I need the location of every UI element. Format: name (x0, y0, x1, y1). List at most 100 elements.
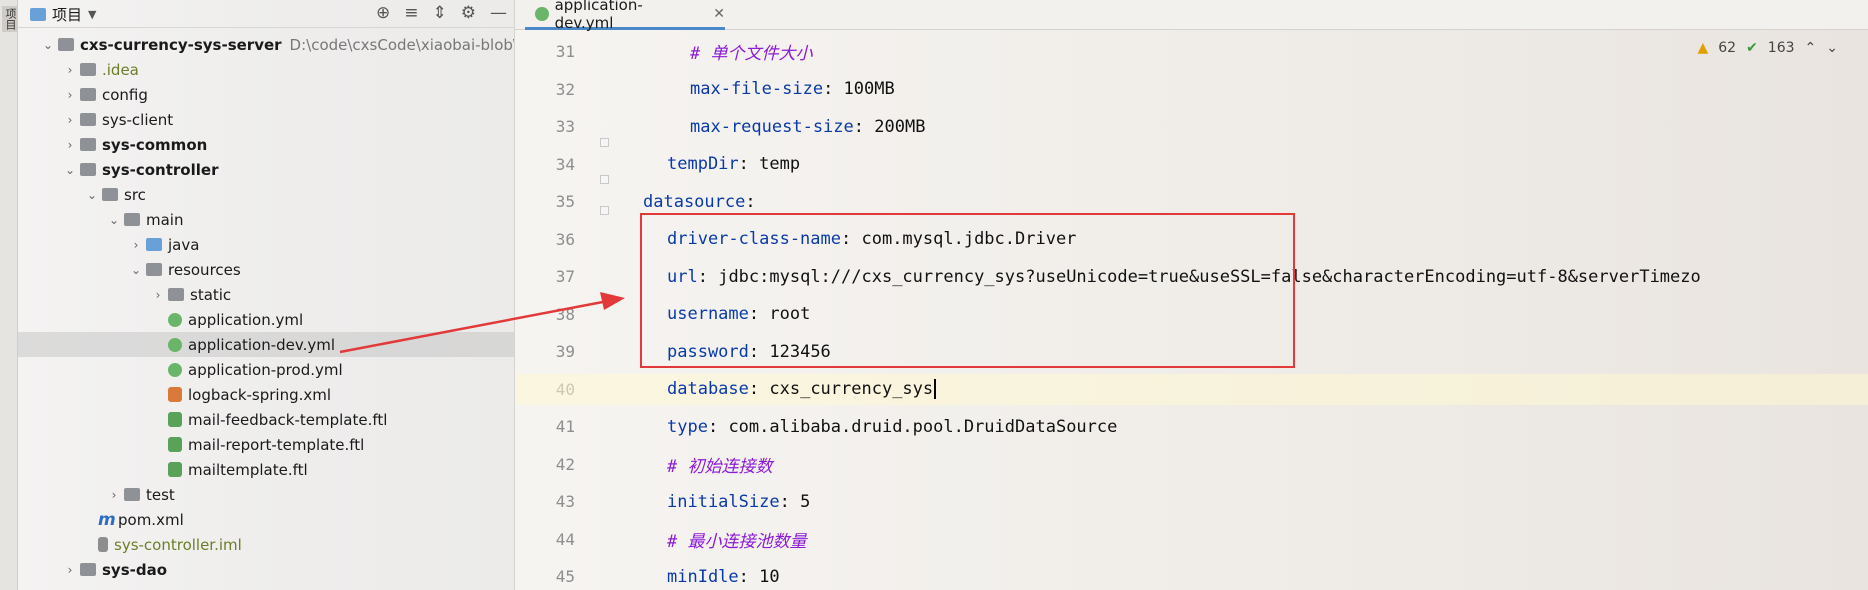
resources-folder-icon (146, 263, 162, 276)
text-cursor (934, 379, 937, 399)
tree-item-label: sys-controller.iml (114, 535, 242, 554)
maven-icon: m (98, 509, 116, 530)
yaml-value: 5 (800, 491, 811, 512)
code-line[interactable]: minIdle: 10 (515, 561, 1868, 590)
code-line[interactable]: max-request-size: 200MB (515, 111, 1868, 142)
module-folder-icon (80, 163, 96, 176)
code-line[interactable]: database: cxs_currency_sys (515, 373, 1868, 405)
tree-item-label: logback-spring.xml (188, 385, 332, 404)
ftl-file-icon (168, 462, 182, 477)
chevron-down-icon[interactable]: ▼ (88, 8, 96, 21)
tree-item-src[interactable]: ⌄ src (84, 182, 146, 207)
chevron-down-icon[interactable]: ⌄ (106, 213, 122, 227)
collapse-all-icon[interactable]: ⇕ (433, 3, 447, 23)
tree-item-static[interactable]: › static (150, 282, 232, 307)
tree-item-mailtemplate[interactable]: mailtemplate.ftl (166, 457, 308, 482)
chevron-right-icon[interactable]: › (62, 138, 78, 152)
chevron-right-icon[interactable]: › (106, 488, 122, 502)
tree-item-sys-controller[interactable]: ⌄ sys-controller (62, 157, 219, 182)
chevron-down-icon[interactable]: ⌄ (84, 188, 100, 202)
tab-label: application-dev.yml (554, 0, 643, 32)
tree-item-config[interactable]: › config (62, 82, 148, 107)
locate-icon[interactable]: ⊕ (376, 3, 390, 23)
chevron-right-icon[interactable]: › (62, 88, 78, 102)
code-comment: # 初始连接数 (667, 456, 773, 477)
chevron-right-icon[interactable]: › (62, 113, 78, 127)
project-folder-icon (30, 8, 46, 21)
iml-file-icon (98, 537, 108, 552)
project-view-selector[interactable]: 项目 ▼ (30, 4, 96, 25)
tab-application-dev-yml[interactable]: application-dev.yml ✕ (525, 0, 725, 32)
yaml-separator: : (738, 154, 760, 174)
yaml-value: 100MB (843, 79, 895, 99)
tree-item-root[interactable]: ⌄ cxs-currency-sys-server D:\code\cxsCod… (40, 32, 514, 57)
folder-icon (80, 113, 96, 126)
yaml-value: cxs_currency_sys (769, 379, 934, 399)
chevron-right-icon[interactable]: › (128, 238, 144, 252)
tree-item-label: application-dev.yml (188, 335, 336, 354)
code-line[interactable]: max-file-size: 100MB (515, 74, 1868, 105)
tree-item-sys-controller-iml[interactable]: sys-controller.iml (96, 532, 242, 557)
chevron-right-icon[interactable]: › (150, 288, 166, 302)
tree-item-label: cxs-currency-sys-server (80, 35, 282, 54)
tree-item-sys-common[interactable]: › sys-common (62, 132, 208, 157)
tree-item-label: sys-common (102, 135, 208, 154)
tree-item-label: sys-dao (102, 560, 168, 579)
tree-item-test[interactable]: › test (106, 482, 175, 507)
tree-item-application-dev-yml[interactable]: application-dev.yml (18, 332, 514, 357)
yaml-key: datasource (643, 191, 746, 212)
source-folder-icon (146, 238, 162, 251)
code-line[interactable]: # 单个文件大小 (515, 36, 1868, 67)
tree-item-application-yml[interactable]: application.yml (166, 307, 303, 332)
chevron-right-icon[interactable]: › (62, 563, 78, 577)
tree-item-label: sys-client (102, 110, 174, 129)
code-line[interactable]: # 初始连接数 (515, 449, 1868, 480)
code-line[interactable]: tempDir: temp (515, 149, 1868, 180)
editor-tab-bar: application-dev.yml ✕ (515, 0, 1868, 32)
tree-item-sys-client[interactable]: › sys-client (62, 107, 174, 132)
tree-item-mail-feedback-template[interactable]: mail-feedback-template.ftl (166, 407, 387, 432)
tree-item-resources[interactable]: ⌄ resources (128, 257, 241, 282)
tree-item-label: .idea (102, 60, 139, 79)
project-panel-toolbar: 项目 ▼ ⊕ ≡ ⇕ ⚙ — (18, 0, 514, 28)
tree-item-idea[interactable]: › .idea (62, 57, 139, 82)
code-comment: # 最小连接池数量 (667, 531, 807, 552)
tree-item-logback-spring-xml[interactable]: logback-spring.xml (166, 382, 331, 407)
tree-item-label: config (102, 85, 148, 104)
chevron-right-icon[interactable]: › (62, 63, 78, 77)
yaml-key: database (667, 379, 749, 399)
tree-item-label: test (146, 485, 175, 504)
yaml-separator: : (745, 191, 756, 212)
yml-file-icon (168, 337, 182, 352)
annotation-highlight-box (640, 213, 1295, 368)
chevron-down-icon[interactable]: ⌄ (40, 38, 56, 52)
folder-icon (124, 488, 140, 501)
tree-item-mail-report-template[interactable]: mail-report-template.ftl (166, 432, 364, 457)
tree-item-pom-xml[interactable]: m pom.xml (96, 507, 184, 532)
tree-item-label: application-prod.yml (188, 360, 343, 379)
chevron-down-icon[interactable]: ⌄ (62, 163, 78, 177)
expand-all-icon[interactable]: ≡ (404, 3, 418, 23)
chevron-down-icon[interactable]: ⌄ (128, 263, 144, 277)
project-tool-window-button[interactable]: 项目 (2, 6, 18, 32)
code-line[interactable]: type: com.alibaba.druid.pool.DruidDataSo… (515, 411, 1868, 442)
tree-item-label: static (190, 285, 232, 304)
module-folder-icon (80, 563, 96, 576)
code-line[interactable]: initialSize: 5 (515, 486, 1868, 517)
yaml-key: initialSize (667, 491, 780, 512)
tree-item-java[interactable]: › java (128, 232, 200, 257)
yaml-key: max-file-size (690, 79, 824, 99)
tree-item-sys-dao[interactable]: › sys-dao (62, 557, 167, 582)
code-line[interactable]: # 最小连接池数量 (515, 524, 1868, 555)
ftl-file-icon (168, 437, 182, 452)
tree-item-application-prod-yml[interactable]: application-prod.yml (166, 357, 343, 382)
hide-icon[interactable]: — (490, 3, 507, 23)
tree-item-label: java (168, 235, 200, 254)
close-icon[interactable]: ✕ (713, 6, 725, 22)
ftl-file-icon (168, 412, 182, 427)
tree-item-main[interactable]: ⌄ main (106, 207, 184, 232)
gear-icon[interactable]: ⚙ (461, 3, 476, 23)
folder-icon (124, 213, 140, 226)
folder-icon (102, 188, 118, 201)
tree-item-label: pom.xml (118, 510, 184, 529)
